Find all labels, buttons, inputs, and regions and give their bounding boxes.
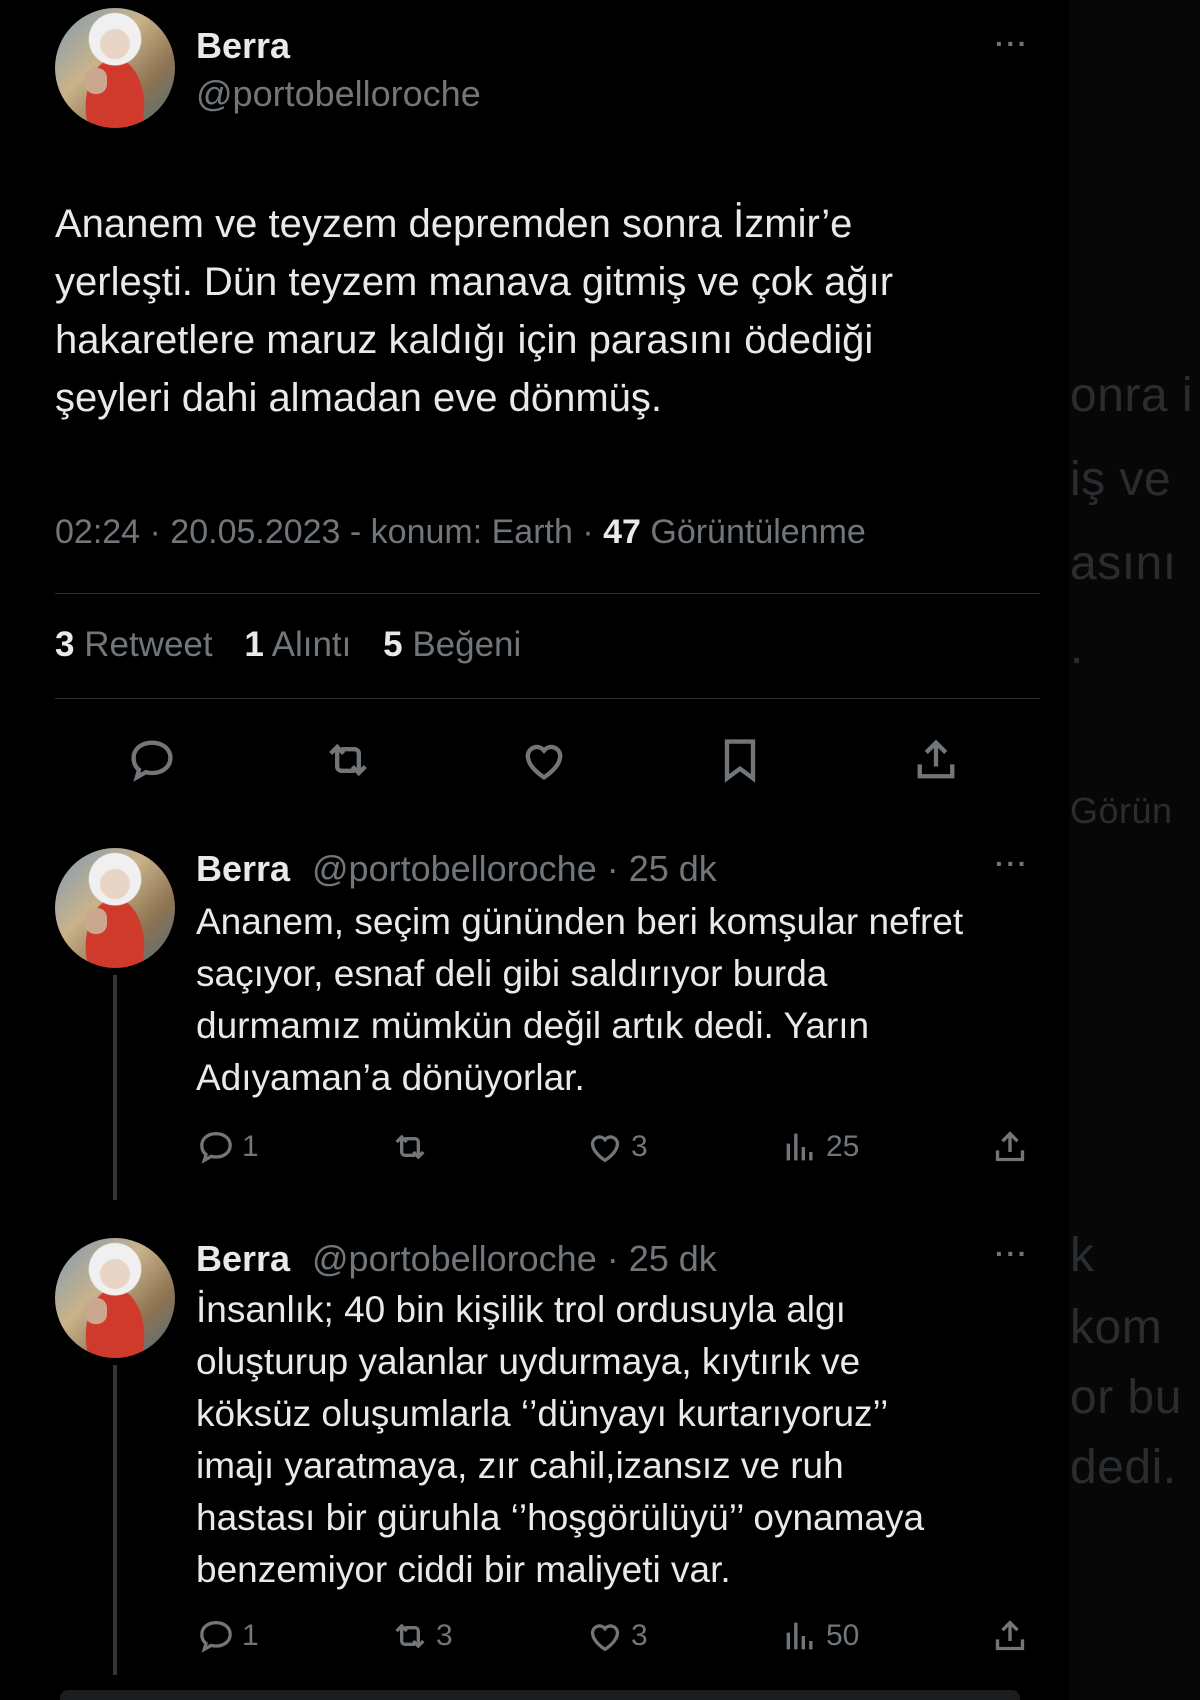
ghost-text: Görün [1070, 790, 1173, 831]
reply-text: Ananem, seçim gününden beri komşular nef… [196, 896, 963, 1104]
like-button[interactable]: 3 [585, 1614, 648, 1658]
views-button[interactable]: 50 [780, 1614, 859, 1658]
more-icon[interactable]: ··· [995, 1238, 1029, 1270]
share-icon[interactable] [906, 730, 966, 790]
views-button[interactable]: 25 [780, 1125, 859, 1169]
ghost-text: kom [1070, 1301, 1163, 1354]
reply-text-line: imajı yaratmaya, zır cahil,izansız ve ru… [196, 1445, 844, 1486]
retweets-stat[interactable]: 3 Retweet [55, 625, 213, 664]
retweet-button[interactable]: 3 [390, 1614, 453, 1658]
retweet-icon[interactable] [318, 730, 378, 790]
reply-text-line: İnsanlık; 40 bin kişilik trol ordusuyla … [196, 1289, 846, 1330]
retweet-icon [395, 1623, 425, 1649]
retweet-button[interactable] [390, 1125, 436, 1169]
reply-text-line: saçıyor, esnaf deli gibi saldırıyor burd… [196, 953, 828, 994]
views-icon [786, 1622, 813, 1650]
like-icon [590, 1135, 620, 1163]
reply-count: 1 [242, 1619, 259, 1652]
views-icon [786, 1133, 813, 1161]
like-button[interactable]: 3 [585, 1125, 648, 1169]
ghost-text: onra i [1070, 369, 1194, 422]
retweet-icon [395, 1134, 425, 1160]
tweet-stats: 3 Retweet 1 Alıntı 5 Beğeni [55, 625, 521, 665]
ghost-text: iş ve [1070, 453, 1172, 506]
share-icon [995, 1131, 1025, 1162]
author-name[interactable]: Berra [196, 848, 290, 890]
reply-icon [200, 1620, 232, 1653]
compose-bar[interactable] [60, 1690, 1020, 1700]
ghost-text: . [1070, 621, 1084, 674]
retweet-count: 3 [436, 1619, 453, 1652]
tweet-thread: Berra @portobelloroche ··· Ananem ve tey… [0, 0, 1070, 1700]
thread-connector [113, 975, 117, 1200]
ghost-text: dedi. [1070, 1441, 1177, 1494]
thread-connector [113, 1365, 117, 1675]
reply-text: İnsanlık; 40 bin kişilik trol ordusuyla … [196, 1284, 924, 1596]
reply-text-line: durmamız mümkün değil artık dedi. Yarın [196, 1005, 870, 1046]
views-count: 50 [826, 1619, 860, 1652]
reply-count: 1 [242, 1130, 259, 1163]
tweet-text-line: Ananem ve teyzem depremden sonra İzmir’e [55, 202, 853, 246]
avatar[interactable] [55, 8, 175, 128]
ghost-text: or bu [1070, 1371, 1182, 1424]
tweet-timestamp-location[interactable]: 02:24 · 20.05.2023 - konum: Earth · [55, 513, 603, 551]
author-handle[interactable]: @portobelloroche [196, 73, 481, 115]
author-handle[interactable]: @portobelloroche · 25 dk [312, 1238, 717, 1280]
reply-icon[interactable] [122, 730, 182, 790]
share-icon [995, 1620, 1025, 1651]
like-count: 3 [631, 1619, 648, 1652]
author-handle[interactable]: @portobelloroche · 25 dk [312, 848, 717, 890]
tweet-text-line: şeyleri dahi almadan eve dönmüş. [55, 376, 663, 420]
more-icon[interactable]: ··· [995, 848, 1029, 880]
reply-button[interactable]: 1 [196, 1614, 259, 1658]
like-icon[interactable] [514, 730, 574, 790]
avatar[interactable] [55, 848, 175, 968]
views-count: 47 [603, 513, 641, 551]
tweet-text: Ananem ve teyzem depremden sonra İzmir’e… [55, 195, 893, 427]
divider [55, 593, 1040, 594]
more-icon[interactable]: ··· [995, 28, 1029, 60]
share-button[interactable] [990, 1125, 1036, 1169]
tweet-text-line: hakaretlere maruz kaldığı için parasını … [55, 318, 874, 362]
author-name[interactable]: Berra [196, 1238, 290, 1280]
reply-icon [200, 1131, 232, 1164]
views-label: Görüntülenme [640, 513, 866, 551]
author-name[interactable]: Berra [196, 25, 290, 67]
avatar[interactable] [55, 1238, 175, 1358]
background-layer: onra i iş ve asını . Görün k kom or bu d… [1070, 0, 1200, 1700]
reply-text-line: köksüz oluşumlarla ‘’dünyayı kurtarıyoru… [196, 1393, 889, 1434]
reply-text-line: Adıyaman’a dönüyorlar. [196, 1057, 585, 1098]
reply-text-line: Ananem, seçim gününden beri komşular nef… [196, 901, 964, 942]
ghost-text: k [1070, 1229, 1095, 1282]
reply-text-line: hastası bir güruhla ‘’hoşgörülüyü’’ oyna… [196, 1497, 925, 1538]
ghost-text: asını [1070, 537, 1177, 590]
tweet-text-line: yerleşti. Dün teyzem manava gitmiş ve ço… [55, 260, 894, 304]
views-count: 25 [826, 1130, 860, 1163]
reply-text-line: benzemiyor ciddi bir maliyeti var. [196, 1549, 731, 1590]
share-button[interactable] [990, 1614, 1036, 1658]
reply-text-line: oluşturup yalanlar uydurmaya, kıytırık v… [196, 1341, 861, 1382]
reply-button[interactable]: 1 [196, 1125, 259, 1169]
like-count: 3 [631, 1130, 648, 1163]
quotes-stat[interactable]: 1 Alıntı [244, 625, 351, 664]
likes-stat[interactable]: 5 Beğeni [383, 625, 521, 664]
like-icon [590, 1624, 620, 1652]
tweet-meta: 02:24 · 20.05.2023 - konum: Earth · 47 G… [55, 513, 866, 552]
tweet-actions [0, 730, 1070, 790]
bookmark-icon[interactable] [710, 730, 770, 790]
divider [55, 698, 1040, 699]
